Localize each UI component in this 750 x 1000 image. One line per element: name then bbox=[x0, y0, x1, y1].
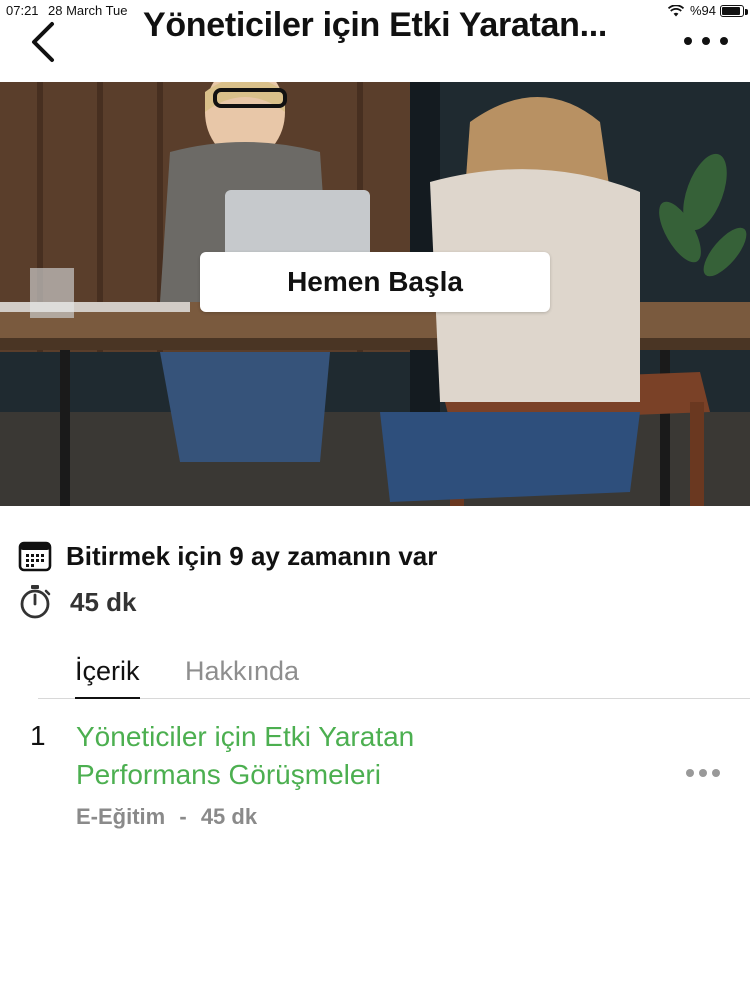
back-button[interactable] bbox=[26, 18, 62, 66]
item-duration: 45 dk bbox=[200, 804, 258, 829]
course-hero-image: Hemen Başla bbox=[0, 82, 750, 506]
item-number: 1 bbox=[30, 720, 46, 751]
ellipsis-dot bbox=[720, 37, 728, 45]
tab-content[interactable]: İçerik bbox=[75, 656, 140, 699]
duration-row: 45 dk bbox=[18, 584, 137, 620]
app-header: Yöneticiler için Etki Yaratan... bbox=[0, 0, 750, 82]
ellipsis-dot bbox=[684, 37, 692, 45]
list-item[interactable]: 1 Yöneticiler için Etki Yaratan Performa… bbox=[0, 716, 750, 836]
ellipsis-dot bbox=[702, 37, 710, 45]
page-title: Yöneticiler için Etki Yaratan... bbox=[142, 6, 608, 44]
duration-text: 45 dk bbox=[70, 586, 137, 617]
item-meta: E-Eğitim - 45 dk bbox=[76, 804, 257, 830]
stopwatch-icon bbox=[20, 585, 51, 619]
start-now-button[interactable]: Hemen Başla bbox=[200, 252, 550, 312]
ellipsis-dot bbox=[699, 769, 707, 777]
item-title-link[interactable]: Yöneticiler için Etki Yaratan Performans… bbox=[76, 718, 496, 794]
more-options-button[interactable] bbox=[684, 26, 728, 56]
deadline-row: Bitirmek için 9 ay zamanın var bbox=[18, 540, 437, 572]
tab-about[interactable]: Hakkında bbox=[185, 656, 299, 687]
content-tabs: İçerik Hakkında bbox=[38, 650, 750, 699]
calendar-icon bbox=[18, 541, 52, 572]
chevron-left-icon bbox=[32, 22, 54, 62]
item-separator: - bbox=[179, 804, 187, 829]
item-type: E-Eğitim bbox=[76, 804, 166, 829]
ellipsis-dot bbox=[712, 769, 720, 777]
ellipsis-dot bbox=[686, 769, 694, 777]
deadline-text: Bitirmek için 9 ay zamanın var bbox=[66, 540, 438, 571]
item-more-button[interactable] bbox=[686, 766, 720, 780]
